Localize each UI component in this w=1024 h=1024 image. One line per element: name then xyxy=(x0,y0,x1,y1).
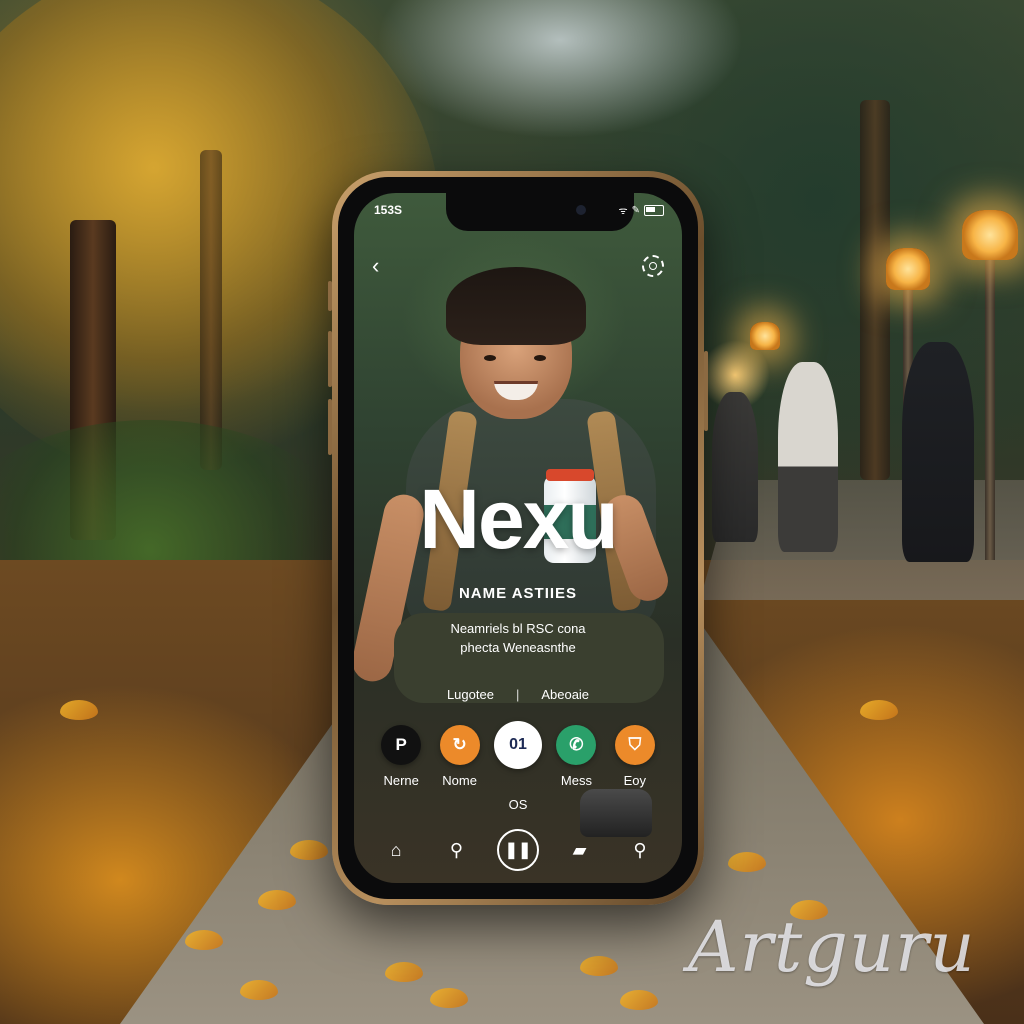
leaf xyxy=(385,962,423,982)
description-line: phecta Weneasnthe xyxy=(460,640,576,655)
map-icon[interactable]: ▰ xyxy=(560,840,600,861)
chevron-left-icon[interactable]: ‹ xyxy=(372,253,379,279)
notch xyxy=(446,193,634,231)
walker xyxy=(902,342,974,562)
action-label: Nerne xyxy=(383,773,419,788)
wifi-icon: ✎ xyxy=(631,204,640,216)
location-icon[interactable]: ⚲ xyxy=(620,840,660,861)
tree-trunk xyxy=(200,150,222,470)
phone-icon[interactable]: ✆ xyxy=(556,725,597,765)
action-item[interactable]: ✆ Mess xyxy=(547,725,605,788)
walker xyxy=(712,392,758,542)
tree-trunk xyxy=(860,100,890,480)
street-lamp xyxy=(962,210,1018,260)
street-lamp xyxy=(886,248,930,290)
action-row: P Nerne ↻ Nome 01 ✆ Mess ⛉ Eoy xyxy=(372,721,664,788)
smartphone: 153S ᯤ ✎ ‹ Nexu NAME ASTIIES Neamriels b… xyxy=(328,171,708,905)
os-label: OS xyxy=(508,797,528,812)
link-right[interactable]: Abeoaie xyxy=(541,687,589,702)
pause-icon[interactable]: ❚❚ xyxy=(497,829,539,871)
mute-switch xyxy=(328,281,332,311)
phone-screen: 153S ᯤ ✎ ‹ Nexu NAME ASTIIES Neamriels b… xyxy=(354,193,682,883)
walker xyxy=(778,362,838,552)
action-item[interactable]: ⛉ Eoy xyxy=(606,725,664,788)
leaf xyxy=(290,840,328,860)
description-line: Neamriels bl RSC cona xyxy=(450,621,586,636)
description: Neamriels bl RSC cona phecta Weneasnthe xyxy=(414,619,622,657)
phone-bezel: 153S ᯤ ✎ ‹ Nexu NAME ASTIIES Neamriels b… xyxy=(338,177,698,899)
camera-icon xyxy=(576,205,586,215)
action-item[interactable]: 01 xyxy=(489,721,547,788)
leaf xyxy=(728,852,766,872)
link-separator: | xyxy=(515,687,520,702)
action-label: Mess xyxy=(560,773,592,788)
street-lamp xyxy=(750,322,780,350)
bottom-tab-bar: ⌂ ⚲ ❚❚ ▰ ⚲ xyxy=(376,829,660,871)
eye xyxy=(534,355,546,361)
action-label: Eoy xyxy=(623,773,647,788)
gear-icon[interactable] xyxy=(642,255,664,277)
volume-down-button xyxy=(328,399,332,455)
center-badge[interactable]: 01 xyxy=(494,721,543,769)
leaf xyxy=(620,990,658,1010)
leaf xyxy=(258,890,296,910)
person-hair xyxy=(446,267,586,345)
power-button xyxy=(704,351,708,431)
link-row: Lugotee | Abeoaie xyxy=(354,687,682,702)
action-label: Nome xyxy=(442,773,477,788)
leaf xyxy=(60,700,98,720)
leaf xyxy=(185,930,223,950)
refresh-icon[interactable]: ↻ xyxy=(439,725,480,765)
subtitle: NAME ASTIIES xyxy=(458,585,578,602)
status-time: 153S xyxy=(374,203,403,217)
action-item[interactable]: P Nerne xyxy=(372,725,430,788)
search-icon[interactable]: ⚲ xyxy=(437,840,477,861)
brand-title: Nexu xyxy=(419,472,618,566)
leaf xyxy=(430,988,468,1008)
eye xyxy=(484,355,496,361)
leaf xyxy=(860,700,898,720)
link-left[interactable]: Lugotee xyxy=(447,687,494,702)
home-icon[interactable]: ⌂ xyxy=(376,840,416,861)
leaf xyxy=(240,980,278,1000)
action-item[interactable]: ↻ Nome xyxy=(430,725,488,788)
leaf xyxy=(580,956,618,976)
user-icon[interactable]: ⛉ xyxy=(614,725,655,765)
volume-up-button xyxy=(328,331,332,387)
battery-icon xyxy=(644,204,664,216)
status-icons: ᯤ ✎ xyxy=(618,203,664,217)
pin-icon[interactable]: P xyxy=(381,725,422,765)
lamp-post xyxy=(985,250,995,560)
signal-icon: ᯤ xyxy=(618,206,628,217)
watermark-logo: Artguru xyxy=(688,906,976,988)
